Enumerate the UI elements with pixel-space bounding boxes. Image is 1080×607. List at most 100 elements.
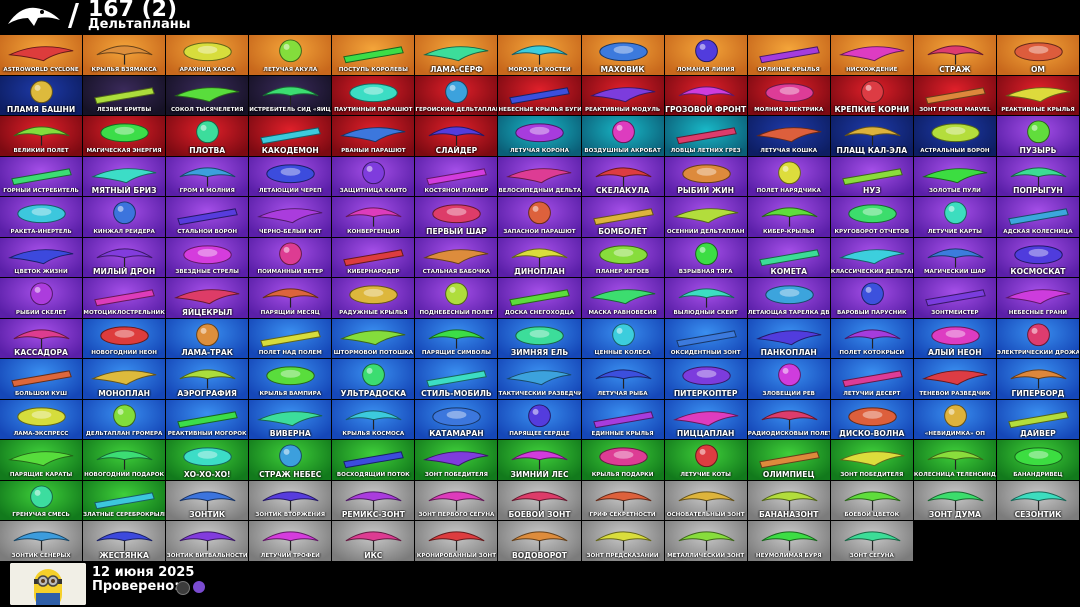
- glider-name: ЕДИННЫЕ КРЫЛЬЯ: [591, 431, 654, 437]
- glider-tile: ЖЕСТЯНКА: [83, 521, 167, 562]
- date: 12 июня 2025: [92, 565, 195, 580]
- glider-tile: КИНЖАЛ РЕЙДЕРА: [83, 197, 167, 238]
- glider-tile: ДЕЛЬТАПЛАН ГРОМЕРА: [83, 399, 167, 440]
- glider-name: ЭЛЕКТРИЧЕСКИЙ ДРОЖАЩИЙ: [996, 350, 1079, 356]
- glider-tile: ХО-ХО-ХО!: [166, 440, 250, 481]
- glider-tile: ЗОЛОТЫЕ ПУЛИ: [913, 156, 997, 197]
- glider-name: ШТОРМОВОЙ ПОТОШКА: [333, 350, 414, 356]
- glider-tile: АРАХНИД ХАОСА: [166, 35, 250, 76]
- glider-tile: ПАУТИННЫЙ ПАРАШЮТ: [332, 75, 416, 116]
- glider-tile: КОНВЕРГЕНЦИЯ: [332, 197, 416, 238]
- glider-name: ОРЛИНЫЕ КРЫЛЬЯ: [757, 66, 820, 73]
- glider-name: ЗОНТ ПЕРВОГО СЁГУНА: [418, 512, 495, 518]
- glider-tile: РЕАКТИВНЫЕ КРЫЛЬЯ: [996, 75, 1080, 116]
- glider-tile: ПЕРВЫЙ ШАР: [415, 197, 499, 238]
- glider-tile: КРЫЛЬЯ КОСМОСА: [332, 399, 416, 440]
- glider-tile: СЛАЙДЕР: [415, 116, 499, 157]
- glider-name: ПИЦЦАПЛАН: [676, 429, 735, 438]
- glider-tile: ПОЛЁТ НАРЯДЧИКА: [747, 156, 831, 197]
- glider-name: ЛЕТУЧИЕ КАРТЫ: [927, 228, 982, 235]
- glider-tile: ЗОНТ ГЕРОЕВ MARVEL: [913, 75, 997, 116]
- glider-tile: РЫБИЙ СКЕЛЕТ: [0, 278, 84, 319]
- glider-tile: КОСТЯНОЙ ПЛАНЕР: [415, 156, 499, 197]
- glider-tile: НУЗ: [830, 156, 914, 197]
- glider-tile: РЕМИКС-ЗОНТ: [332, 480, 416, 521]
- glider-name: АЛЫЙ НЕОН: [928, 348, 982, 357]
- glider-tile: ДИНОПЛАН: [498, 237, 582, 278]
- glider-name: АДСКАЯ КОЛЕСНИЦА: [1003, 228, 1073, 235]
- glider-tile: НОВОГОДНИЙ ПОДАРОК: [83, 440, 167, 481]
- glider-name: ПАРЯЩИЕ СИМВОЛЫ: [421, 350, 491, 356]
- glider-name: ПЛАМЯ БАШНИ: [6, 105, 76, 114]
- glider-name: ЗОНТ СЁГУНА: [849, 552, 894, 559]
- glider-name: СКЕЛАКУЛА: [595, 186, 650, 195]
- glider-tile: НЕБЕСНЫЕ КРЫЛЬЯ БУГИ: [498, 75, 582, 116]
- glider-name: ЛОМАНАЯ ЛИНИЯ: [676, 66, 735, 73]
- glider-tile: ПАНКОПЛАН: [747, 318, 831, 359]
- glider-name: АСТРАЛЬНЫЙ ВОРОН: [920, 147, 990, 154]
- glider-tile: ВЕЛИКИЙ ПОЛЁТ: [0, 116, 84, 157]
- glider-tile: ЦВЕТОК ЖИЗНИ: [0, 237, 84, 278]
- glider-tile: ГРЕНУЧАЯ СМЕСЬ: [0, 480, 84, 521]
- glider-tile: РВАНЫЙ ПАРАШЮТ: [332, 116, 416, 157]
- glider-name: ПЛОТВА: [189, 145, 226, 155]
- glider-tile: ЗОНТ ПОБЕДИТЕЛЯ: [830, 440, 914, 481]
- glider-name: ВАРОВЫЙ ПАРУСНИК: [836, 309, 907, 316]
- glider-tile: ГРОМ И МОЛНИЯ: [166, 156, 250, 197]
- glider-name: ТАКТИЧЕСКИЙ РАЗВЕДЧИК: [498, 390, 581, 397]
- glider-name: ДИНОПЛАН: [514, 267, 565, 276]
- glider-tile: КРЫЛЬЯ ВАМПИРА: [249, 359, 333, 400]
- glider-name: ДАЙВЕР: [1020, 429, 1056, 438]
- glider-name: КЛАССИЧЕСКИЙ ДЕЛЬТАПЛАН: [830, 269, 913, 275]
- glider-tile: МОЛНИЯ ЭЛЕКТРИКА: [747, 75, 831, 116]
- glider-name: КОМЕТА: [770, 267, 807, 276]
- glider-name: ЛЕТУЧАЯ КОШКА: [760, 147, 818, 154]
- glider-tile: ЛЕТУЧАЯ КОШКА: [747, 116, 831, 157]
- glider-name: КРЫЛЬЯ ВЗЯМАКСА: [91, 66, 157, 73]
- glider-name: ГИПЕРБОРД: [1011, 388, 1065, 398]
- glider-tile: РЕАКТИВНЫЙ МОГОРОК: [166, 399, 250, 440]
- glider-tile: МОРОЗ ДО КОСТЕЙ: [498, 35, 582, 76]
- glider-tile: ПАРЯЩЕЕ СЕРДЦЕ: [498, 399, 582, 440]
- glider-name: ЛЕТУЧАЯ РЫБА: [597, 390, 648, 397]
- glider-tile: ТЕНЕВОЙ РАЗВЕДЧИК: [913, 359, 997, 400]
- glider-name: МАГИЧЕСКАЯ ЭНЕРГИЯ: [86, 147, 162, 154]
- playstation-icon: [193, 581, 205, 593]
- footer: 12 июня 2025 Проверено:: [0, 561, 1080, 607]
- glider-tile: ВОДОВОРОТ: [498, 521, 582, 562]
- glider-name: РАКЕТА-ИНЕРТЕЛЬ: [10, 228, 72, 235]
- glider-name: ВЕЛИКИЙ ПОЛЁТ: [13, 147, 69, 154]
- glider-name: АЭРОГРАФИЯ: [177, 388, 237, 398]
- glider-name: НЕБЕСНЫЕ КРЫЛЬЯ БУГИ: [498, 107, 581, 113]
- glider-tile: ЗОНТ ПРЕДСКАЗАНИЙ: [581, 521, 665, 562]
- glider-name: НЕУМОЛИМАЯ БУРЯ: [755, 552, 822, 559]
- glider-name: ЗАПАСНОЙ ПАРАШЮТ: [503, 228, 576, 235]
- glider-name: РЕАКТИВНЫЙ МОДУЛЬ: [584, 107, 661, 113]
- glider-name: КАТАМАРАН: [429, 429, 484, 438]
- glider-name: ХО-ХО-ХО!: [183, 469, 231, 479]
- glider-tile: ИСТРЕБИТЕЛЬ СИД «ЯЙЦО»: [249, 75, 333, 116]
- glider-name: ЗОНТ ПОБЕДИТЕЛЯ: [840, 471, 904, 478]
- glider-name: ЗОНТИК ВИТВАЛЬНОСТИ: [166, 552, 248, 559]
- glider-tile: ПАРЯЩИЙ МЕСЯЦ: [249, 278, 333, 319]
- glider-tile: ВОЗДУШНЫЙ АКРОБАТ: [581, 116, 665, 157]
- glider-tile: АЭРОГРАФИЯ: [166, 359, 250, 400]
- glider-name: МИЛЫЙ ДРОН: [92, 267, 156, 276]
- glider-name: БОЕВОЙ ЗОНТ: [508, 510, 571, 519]
- glider-tile: КОЛЕСНИЦА ТЕЛЕНСИНДА: [913, 440, 997, 481]
- glider-tile: ПОЛЁТ НАД ПОЛЕМ: [249, 318, 333, 359]
- glider-logo-icon: [8, 7, 60, 26]
- glider-tile: ЛЕТАЮЩАЯ ТАРЕЛКА ДВИКИ: [747, 278, 831, 319]
- glider-name: СЛАЙДЕР: [435, 145, 478, 155]
- glider-tile: ЭЛЕКТРИЧЕСКИЙ ДРОЖАЩИЙ: [996, 318, 1080, 359]
- glider-name: РЫБИЙ ЖИН: [677, 186, 734, 195]
- glider-name: АРАХНИД ХАОСА: [179, 66, 235, 73]
- glider-name: БОЕВОЙ ЦВЕТОК: [844, 512, 900, 518]
- glider-name: РЕМИКС-ЗОНТ: [341, 510, 405, 519]
- glider-tile: АДСКАЯ КОЛЕСНИЦА: [996, 197, 1080, 238]
- glider-tile: ЗАПАСНОЙ ПАРАШЮТ: [498, 197, 582, 238]
- glider-name: КАКОДЕМОН: [261, 145, 319, 155]
- glider-tile: ЛЕТУЧАЯ КОРОНА: [498, 116, 582, 157]
- glider-tile: РЕАКТИВНЫЙ МОДУЛЬ: [581, 75, 665, 116]
- glider-name: СТРАЖ: [939, 64, 971, 74]
